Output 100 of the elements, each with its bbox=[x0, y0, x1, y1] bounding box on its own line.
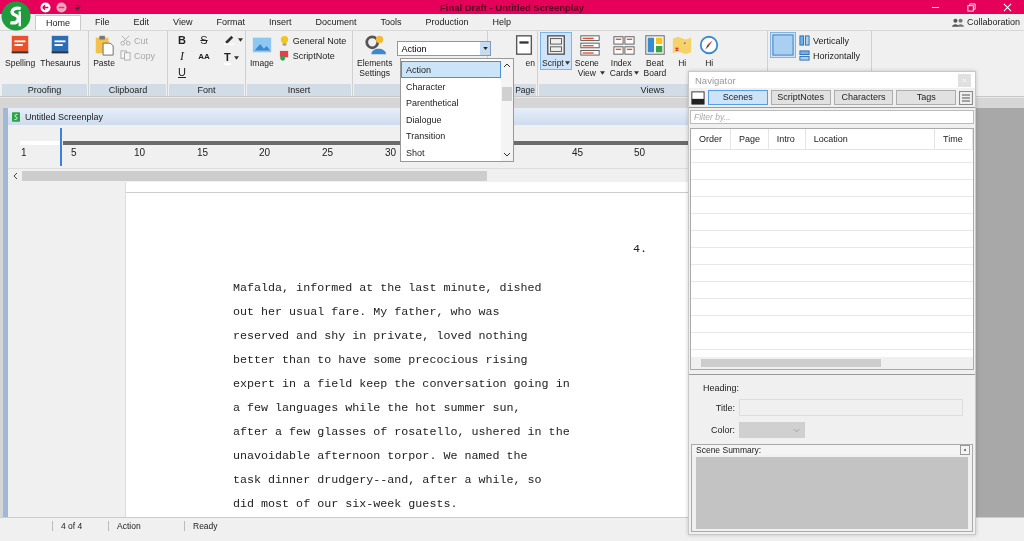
element-option[interactable]: Parenthetical bbox=[401, 94, 501, 111]
collaboration-button[interactable]: Collaboration bbox=[966, 17, 1024, 27]
format-button[interactable]: I bbox=[174, 48, 190, 64]
vertical-split-icon bbox=[799, 35, 810, 46]
menu-tab[interactable]: Format bbox=[206, 15, 255, 30]
map-icon bbox=[671, 34, 694, 56]
script-line: reserved and shy in private, loved nothing bbox=[233, 328, 528, 345]
ribbon-button[interactable] bbox=[770, 32, 796, 58]
script-line: unavoidable afternoon torpor. We named the bbox=[233, 448, 528, 465]
script-line: out her usual fare. My father, who was bbox=[233, 304, 500, 321]
caret-icon[interactable] bbox=[238, 37, 243, 42]
caret-icon[interactable] bbox=[233, 56, 239, 60]
menu-tab[interactable]: File bbox=[85, 15, 120, 30]
column-header[interactable]: Time bbox=[935, 129, 973, 149]
indent-marker[interactable] bbox=[60, 128, 62, 166]
pane-icon bbox=[772, 34, 794, 56]
horizontal-scrollbar[interactable] bbox=[8, 168, 688, 182]
color-button[interactable] bbox=[224, 34, 243, 45]
menu-tab[interactable]: Edit bbox=[123, 15, 160, 30]
script-line: did most of our six-week guests. bbox=[233, 496, 458, 513]
color-dropdown[interactable] bbox=[739, 422, 805, 438]
ruler-number: 20 bbox=[259, 147, 271, 158]
gear-person-icon bbox=[363, 34, 386, 56]
format-button[interactable]: AA bbox=[196, 48, 212, 64]
script-line: Mafalda, informed at the last minute, dished bbox=[233, 280, 542, 297]
ribbon-button[interactable]: Spelling bbox=[3, 32, 38, 70]
menu-tab[interactable]: View bbox=[163, 15, 203, 30]
ribbon-button[interactable]: ScriptNote bbox=[276, 49, 349, 62]
column-header[interactable]: Intro bbox=[768, 129, 806, 149]
ruler-number: 50 bbox=[634, 147, 646, 158]
document-icon bbox=[12, 111, 20, 122]
navigator-tab[interactable]: Characters bbox=[833, 90, 894, 105]
format-button[interactable]: S bbox=[196, 32, 212, 48]
ribbon-button[interactable]: Index Cards bbox=[607, 32, 641, 80]
board-icon bbox=[643, 34, 666, 56]
ribbon-button[interactable]: Hi bbox=[696, 32, 723, 70]
ribbon-button[interactable]: Elements Settings bbox=[355, 32, 395, 80]
ruler-number: 30 bbox=[385, 147, 397, 158]
ribbon-button[interactable]: Paste bbox=[91, 32, 117, 70]
csv-export-icon[interactable] bbox=[691, 90, 705, 105]
summary-field[interactable] bbox=[696, 457, 968, 529]
chevron-down-icon bbox=[793, 427, 800, 433]
title-label: Title: bbox=[714, 402, 735, 413]
column-header[interactable]: Location bbox=[805, 129, 936, 149]
ribbon-button[interactable]: General Note bbox=[276, 34, 349, 47]
restore-icon[interactable] bbox=[967, 2, 976, 12]
menu-tab[interactable]: Tools bbox=[370, 15, 412, 30]
group-label: Font bbox=[169, 84, 244, 96]
element-option[interactable]: Shot bbox=[401, 143, 501, 161]
back-icon[interactable] bbox=[40, 1, 51, 13]
element-option[interactable]: Dialogue bbox=[401, 110, 501, 128]
list-menu-icon[interactable] bbox=[959, 90, 974, 105]
menu-tab[interactable]: Document bbox=[305, 15, 367, 30]
scroll-down-icon[interactable] bbox=[503, 152, 511, 158]
ribbon-button[interactable]: Image bbox=[248, 32, 276, 70]
format-button[interactable]: U bbox=[174, 64, 190, 80]
horizontal-scrollbar[interactable] bbox=[691, 357, 973, 369]
ribbon-button[interactable]: Beat Board bbox=[641, 32, 669, 80]
scroll-thumb[interactable] bbox=[22, 170, 487, 181]
forward-icon[interactable] bbox=[56, 1, 67, 13]
cards-icon bbox=[613, 34, 636, 56]
script-line: better than to have some precocious rising bbox=[233, 352, 528, 369]
ruler-number: 45 bbox=[572, 147, 584, 158]
scroll-thumb[interactable] bbox=[701, 359, 881, 367]
ribbon-button[interactable]: Vertically bbox=[797, 34, 863, 47]
clipboard-icon bbox=[93, 34, 115, 56]
element-dropdown-menu[interactable]: Action Character Parenthetical Dialogue Transition Shot bbox=[400, 58, 514, 162]
navigator-tab[interactable]: ScriptNotes bbox=[770, 90, 831, 105]
navigator-tab[interactable]: Tags bbox=[896, 90, 957, 105]
menu-tab[interactable]: Production bbox=[415, 15, 479, 30]
element-dropdown[interactable]: Action bbox=[397, 41, 492, 56]
scroll-left-icon[interactable] bbox=[12, 171, 18, 180]
script-line: task dinner drudgery--and, after a while, so bbox=[233, 472, 542, 489]
flag-icon bbox=[278, 50, 290, 61]
ribbon-button[interactable]: Thesaurus bbox=[38, 32, 83, 70]
people-icon bbox=[951, 17, 964, 27]
ribbon-button[interactable]: Horizontally bbox=[797, 49, 863, 62]
scroll-thumb[interactable] bbox=[502, 87, 512, 101]
element-option[interactable]: Action bbox=[401, 61, 501, 78]
menu-tab[interactable]: Home bbox=[35, 15, 81, 31]
compass-icon bbox=[698, 34, 721, 56]
ribbon-button[interactable]: Hi bbox=[669, 32, 696, 70]
collapse-button[interactable] bbox=[960, 445, 970, 455]
format-button[interactable]: B bbox=[174, 32, 190, 48]
element-option[interactable]: Transition bbox=[401, 127, 501, 144]
ruler-number: 5 bbox=[71, 147, 77, 158]
ribbon-button[interactable]: en bbox=[511, 32, 537, 70]
ribbon-button[interactable]: Script bbox=[540, 32, 572, 70]
ruler-number: 1 bbox=[21, 147, 27, 158]
column-header[interactable]: Page bbox=[730, 129, 769, 149]
navigator-tab[interactable]: Scenes bbox=[707, 90, 768, 105]
filter-field[interactable]: Filter by... bbox=[690, 110, 974, 124]
close-icon[interactable] bbox=[1003, 2, 1012, 12]
column-header[interactable]: Order bbox=[691, 129, 731, 149]
ribbon-button[interactable]: Scene View bbox=[572, 32, 607, 80]
page-icon bbox=[513, 34, 535, 56]
menu-tab[interactable]: Help bbox=[482, 15, 522, 30]
scroll-up-icon[interactable] bbox=[503, 62, 511, 68]
color-button[interactable]: T bbox=[224, 51, 243, 65]
menu-tab[interactable]: Insert bbox=[258, 15, 302, 30]
